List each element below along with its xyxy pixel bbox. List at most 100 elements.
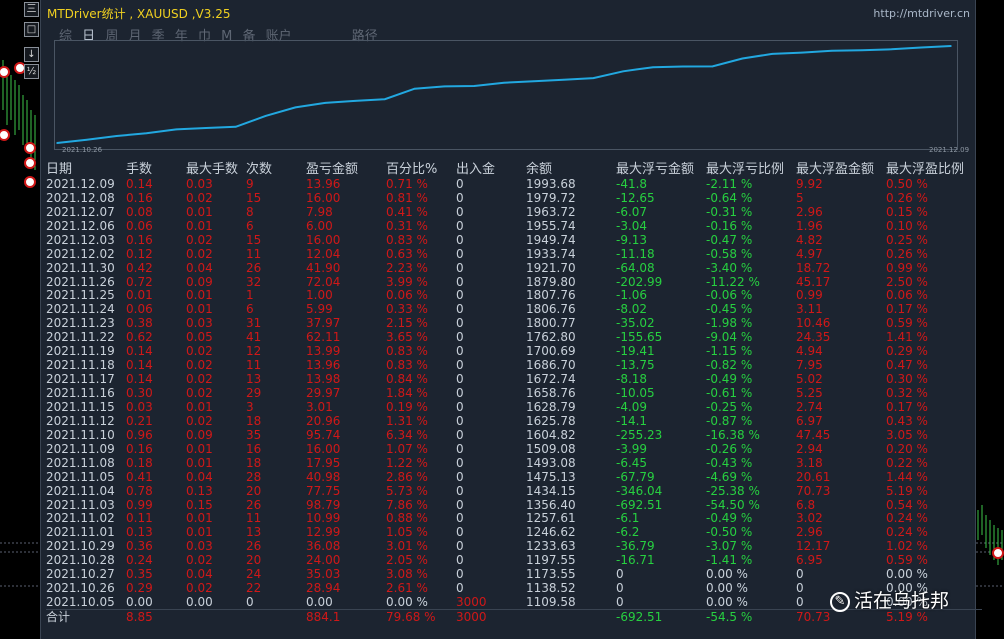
- table-cell: 0.01: [186, 399, 213, 414]
- table-row: 2021.10.27 0.35 0.04 24 35.03 3.08 % 0 1173.55 0…: [46, 567, 982, 581]
- table-cell: -0.82 %: [706, 358, 753, 373]
- table-cell: 0.02: [186, 232, 213, 247]
- table-cell: 0.02: [186, 372, 213, 387]
- chart-start-date: 2021.10.26: [62, 146, 103, 154]
- table-cell: 1625.78: [526, 413, 576, 428]
- window-button[interactable]: □: [24, 22, 39, 37]
- table-row: 2021.12.03 0.16 0.02 15 16.00 0.83 % 0 1949.74 -…: [46, 233, 982, 247]
- table-cell: 0: [456, 218, 464, 233]
- table-cell: 2.23 %: [386, 260, 428, 275]
- table-cell: 3.99 %: [386, 274, 428, 289]
- table-cell: 0.20 %: [886, 441, 928, 456]
- table-cell: 2.96: [796, 204, 823, 219]
- website-link[interactable]: http://mtdriver.cn: [873, 7, 970, 20]
- table-cell: 2021.11.22: [46, 330, 115, 345]
- table-cell: 0: [456, 399, 464, 414]
- equity-point: [354, 100, 356, 102]
- table-cell: -346.04: [616, 483, 663, 498]
- table-cell: 0.06: [126, 302, 153, 317]
- table-cell: 11: [246, 246, 262, 261]
- table-cell: -11.22 %: [706, 274, 760, 289]
- table-cell: 0.18: [126, 455, 153, 470]
- table-cell: 0.01: [186, 218, 213, 233]
- table-cell: 13.96: [306, 176, 341, 191]
- table-cell: 0.24 %: [886, 525, 928, 540]
- table-cell: 28: [246, 469, 262, 484]
- table-cell: 0.16: [126, 232, 153, 247]
- table-cell: 2021.11.23: [46, 316, 115, 331]
- table-row: 2021.11.22 0.62 0.05 41 62.11 3.65 % 0 1762.80 -…: [46, 330, 982, 344]
- table-cell: 1686.70: [526, 358, 576, 373]
- table-cell: 2021.11.04: [46, 483, 115, 498]
- table-cell: -8.18: [616, 372, 648, 387]
- table-row: 2021.11.24 0.06 0.01 6 5.99 0.33 % 0 1806.76 -8.…: [46, 302, 982, 316]
- down-arrow-button[interactable]: ↓: [24, 47, 39, 62]
- table-cell: 5.25: [796, 386, 823, 401]
- table-cell: 26: [246, 497, 262, 512]
- table-cell: 2021.12.06: [46, 218, 115, 233]
- table-cell: -16.38 %: [706, 427, 760, 442]
- total-cell: [186, 609, 246, 624]
- table-cell: 0: [616, 595, 624, 610]
- table-cell: 11: [246, 511, 262, 526]
- table-cell: 13: [246, 525, 262, 540]
- table-cell: -0.25 %: [706, 399, 753, 414]
- table-cell: 0.09: [186, 427, 213, 442]
- table-cell: 0: [456, 190, 464, 205]
- equity-point: [801, 51, 803, 54]
- table-cell: 6: [246, 302, 254, 317]
- table-cell: 1257.61: [526, 511, 576, 526]
- table-cell: 2021.11.18: [46, 358, 115, 373]
- table-cell: 7.95: [796, 358, 823, 373]
- table-cell: 0: [456, 288, 464, 303]
- table-row: 2021.11.23 0.38 0.03 31 37.97 2.15 % 0 1800.77 -…: [46, 316, 982, 330]
- table-cell: 9.92: [796, 176, 823, 191]
- table-cell: -0.47 %: [706, 232, 753, 247]
- equity-point: [56, 142, 58, 144]
- table-cell: 1949.74: [526, 232, 576, 247]
- total-cell: [246, 609, 306, 624]
- table-cell: 2.50 %: [886, 274, 928, 289]
- equity-point: [324, 102, 327, 104]
- table-row: 2021.11.09 0.16 0.01 16 16.00 1.07 % 0 1509.08 -…: [46, 442, 982, 456]
- table-cell: 0.31 %: [386, 218, 428, 233]
- equity-point: [562, 78, 565, 81]
- menu-button[interactable]: 三: [24, 2, 39, 17]
- table-cell: 2021.12.02: [46, 246, 115, 261]
- table-cell: 7.86 %: [386, 497, 428, 512]
- total-cell: 合计: [46, 609, 126, 624]
- table-cell: -202.99: [616, 274, 663, 289]
- table-cell: -64.08: [616, 260, 655, 275]
- table-cell: -14.1: [616, 413, 648, 428]
- table-cell: 0: [456, 539, 464, 554]
- table-cell: 1197.55: [526, 553, 576, 568]
- table-cell: -1.98 %: [706, 316, 753, 331]
- table-cell: 0.12: [126, 246, 153, 261]
- table-cell: 1700.69: [526, 344, 576, 359]
- equity-point: [294, 106, 297, 109]
- table-row: 2021.12.09 0.14 0.03 9 13.96 0.71 % 0 1993.68 -4…: [46, 177, 982, 191]
- table-cell: -0.31 %: [706, 204, 753, 219]
- equity-point: [682, 65, 684, 68]
- table-cell: 1475.13: [526, 469, 576, 484]
- table-cell: 0: [456, 581, 464, 596]
- table-cell: -3.40 %: [706, 260, 753, 275]
- table-cell: 0: [456, 525, 464, 540]
- table-cell: 18: [246, 413, 262, 428]
- table-cell: -0.64 %: [706, 190, 753, 205]
- table-cell: 13.99: [306, 344, 341, 359]
- table-cell: -0.06 %: [706, 288, 753, 303]
- half-button[interactable]: ½: [24, 64, 39, 79]
- table-cell: 1933.74: [526, 246, 576, 261]
- table-cell: -9.13: [616, 232, 648, 247]
- table-cell: 16.00: [306, 190, 341, 205]
- table-cell: 1604.82: [526, 427, 576, 442]
- table-cell: 1963.72: [526, 204, 576, 219]
- table-cell: 1.22 %: [386, 455, 428, 470]
- equity-curve-chart: [54, 40, 958, 150]
- table-cell: 2021.11.30: [46, 260, 115, 275]
- table-cell: 0.03: [186, 539, 213, 554]
- table-cell: 0.00: [126, 595, 153, 610]
- table-cell: 1.44 %: [886, 469, 928, 484]
- table-cell: -6.45: [616, 455, 648, 470]
